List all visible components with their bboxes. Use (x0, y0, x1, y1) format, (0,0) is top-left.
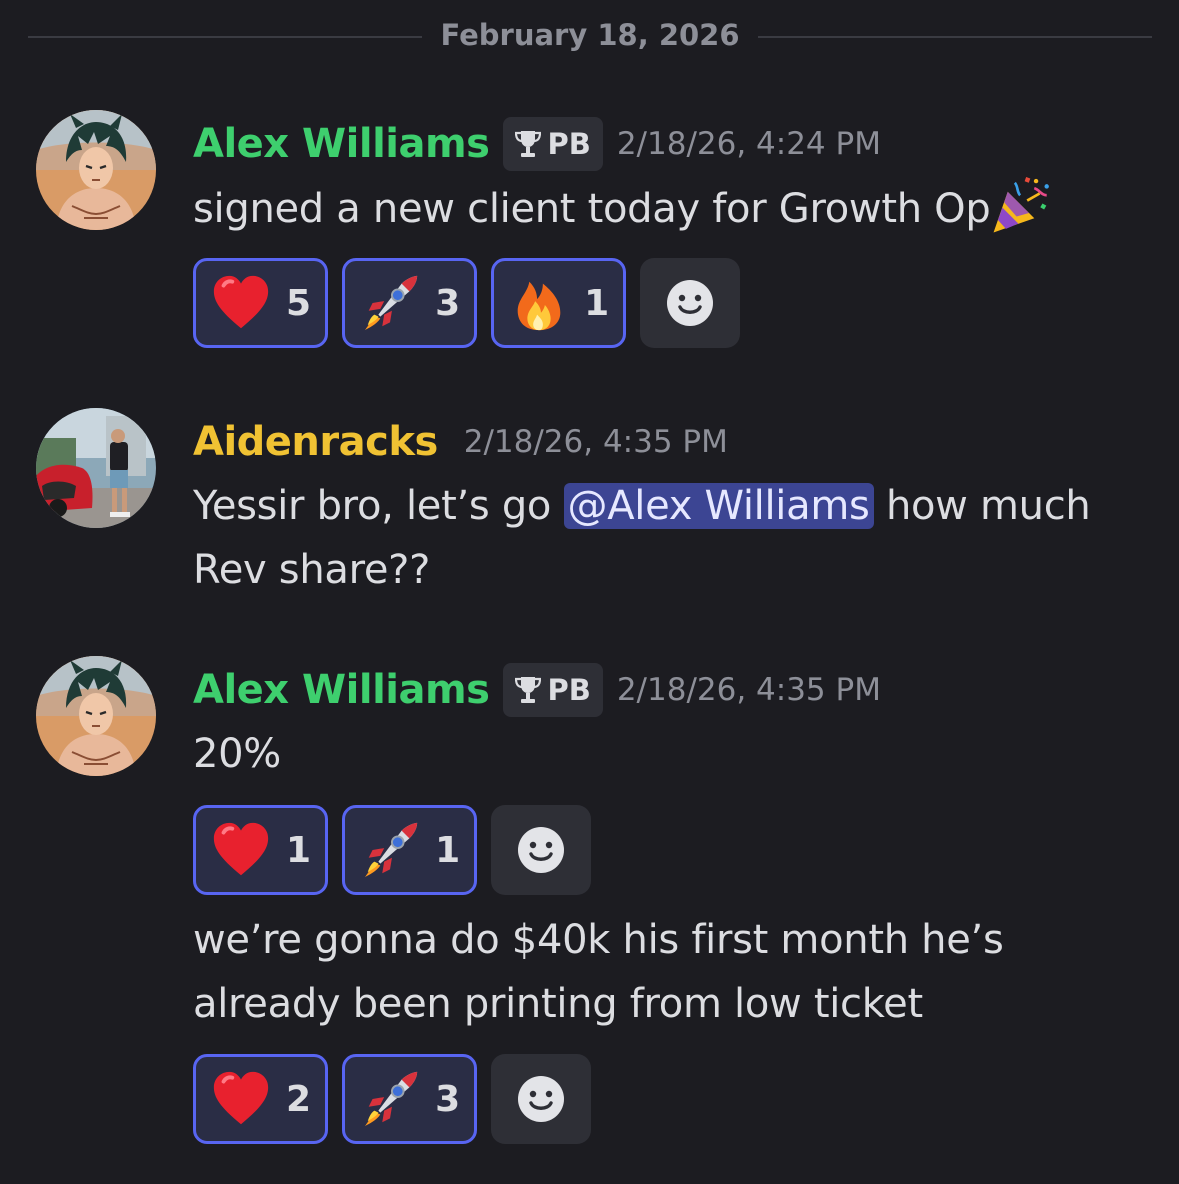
reaction-count: 3 (435, 1078, 461, 1120)
author-name[interactable]: Alex Williams (193, 667, 490, 713)
message-text-line2: Rev share?? (193, 547, 431, 593)
message-content: Yessir bro, let’s go @Alex Williams how … (193, 474, 1153, 602)
smiley-icon (665, 278, 715, 328)
reaction-count: 2 (286, 1078, 312, 1120)
message-text: signed a new client today for Growth Op (193, 186, 991, 232)
divider-line-left (28, 36, 422, 38)
party-popper-icon (990, 174, 1052, 236)
timestamp: 2/18/26, 4:24 PM (616, 126, 881, 162)
message-content: 20% (193, 722, 1153, 786)
message-header: Aidenracks 2/18/26, 4:35 PM (193, 412, 728, 472)
reaction-count: 3 (435, 282, 461, 324)
chat-view: February 18, 2026 Alex Williams PB 2/18/… (0, 0, 1179, 1184)
reactions-bar: 5 3 1 (193, 258, 741, 348)
heart-icon (210, 819, 272, 881)
avatar-aidenracks[interactable] (36, 408, 156, 528)
rocket-icon (359, 819, 421, 881)
reaction-heart[interactable]: 1 (193, 805, 329, 895)
message-text: Yessir bro, let’s go (193, 483, 552, 529)
server-tag[interactable]: PB (503, 663, 603, 717)
message-text: 20% (193, 731, 282, 777)
user-mention[interactable]: @Alex Williams (563, 483, 874, 529)
reactions-bar: 1 1 (193, 805, 592, 895)
smiley-icon (516, 1074, 566, 1124)
message-content-followup: we’re gonna do $40k his first month he’s… (193, 908, 1153, 1036)
date-divider: February 18, 2026 (28, 12, 1152, 62)
reaction-rocket[interactable]: 3 (342, 258, 478, 348)
heart-icon (210, 1068, 272, 1130)
avatar-alex-williams[interactable] (36, 656, 156, 776)
reaction-rocket[interactable]: 1 (342, 805, 478, 895)
rocket-icon (359, 1068, 421, 1130)
add-reaction-button[interactable] (491, 1054, 592, 1144)
divider-line-right (758, 36, 1152, 38)
rocket-icon (359, 272, 421, 334)
date-divider-label: February 18, 2026 (440, 18, 740, 52)
message-header: Alex Williams PB 2/18/26, 4:24 PM (193, 114, 881, 174)
reaction-heart[interactable]: 2 (193, 1054, 329, 1144)
heart-icon (210, 272, 272, 334)
reactions-bar: 2 3 (193, 1054, 592, 1144)
trophy-icon (515, 675, 541, 705)
reaction-count: 1 (286, 829, 312, 871)
trophy-icon (515, 129, 541, 159)
server-tag-label: PB (547, 127, 591, 161)
author-name[interactable]: Aidenracks (193, 419, 438, 465)
reaction-count: 1 (584, 282, 610, 324)
timestamp: 2/18/26, 4:35 PM (616, 672, 881, 708)
server-tag-label: PB (547, 673, 591, 707)
server-tag[interactable]: PB (503, 117, 603, 171)
timestamp: 2/18/26, 4:35 PM (463, 424, 728, 460)
avatar-image (36, 656, 156, 776)
fire-icon (508, 272, 570, 334)
message-content: signed a new client today for Growth Op (193, 174, 1153, 241)
reaction-count: 5 (286, 282, 312, 324)
add-reaction-button[interactable] (640, 258, 741, 348)
message-header: Alex Williams PB 2/18/26, 4:35 PM (193, 660, 881, 720)
reaction-fire[interactable]: 1 (491, 258, 627, 348)
avatar-alex-williams[interactable] (36, 110, 156, 230)
message-text: we’re gonna do $40k his first month he’s (193, 917, 1004, 963)
message-text: how much (885, 483, 1091, 529)
smiley-icon (516, 825, 566, 875)
message-text-line2: already been printing from low ticket (193, 981, 923, 1027)
add-reaction-button[interactable] (491, 805, 592, 895)
reaction-heart[interactable]: 5 (193, 258, 329, 348)
author-name[interactable]: Alex Williams (193, 121, 490, 167)
avatar-image (36, 110, 156, 230)
avatar-image (36, 408, 156, 528)
reaction-count: 1 (435, 829, 461, 871)
reaction-rocket[interactable]: 3 (342, 1054, 478, 1144)
